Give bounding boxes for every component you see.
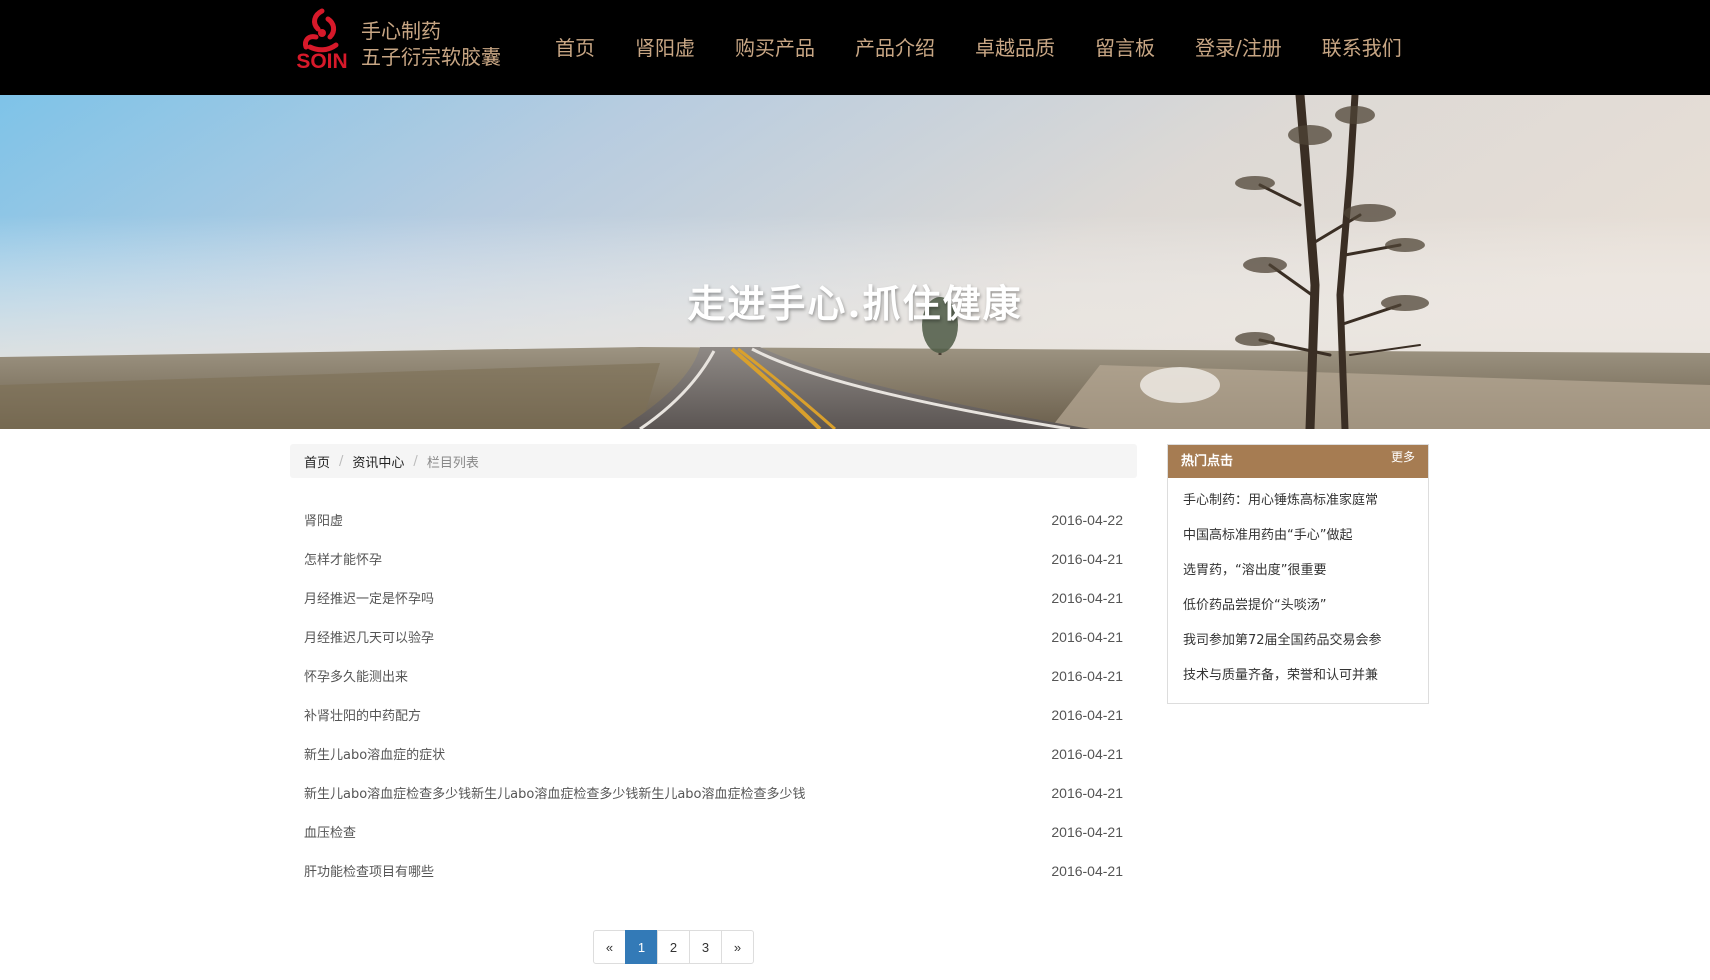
hot-clicks-list: 手心制药：用心锤炼高标准家庭常 中国高标准用药由“手心”做起 选胃药，“溶出度”… (1168, 478, 1428, 693)
article-date: 2016-04-21 (1051, 589, 1123, 606)
article-date: 2016-04-21 (1051, 550, 1123, 567)
hero-banner: 走进手心.抓住健康 (0, 95, 1710, 429)
list-item: 怀孕多久能测出来 2016-04-21 (290, 656, 1137, 695)
nav-item-home[interactable]: 首页 (555, 33, 595, 63)
nav-item-login[interactable]: 登录/注册 (1195, 33, 1282, 63)
list-item: 肾阳虚 2016-04-22 (290, 500, 1137, 539)
pagination-prev-button[interactable]: « (593, 930, 626, 964)
hot-clicks-panel: 热门点击 更多 手心制药：用心锤炼高标准家庭常 中国高标准用药由“手心”做起 选… (1167, 444, 1429, 704)
hot-clicks-item[interactable]: 中国高标准用药由“手心”做起 (1168, 518, 1428, 553)
article-title-link[interactable]: 新生儿abo溶血症检查多少钱新生儿abo溶血症检查多少钱新生儿abo溶血症检查多… (304, 783, 806, 802)
hot-clicks-item[interactable]: 技术与质量齐备，荣誉和认可并兼 (1168, 658, 1428, 693)
pagination-page-3[interactable]: 3 (689, 930, 722, 964)
breadcrumb: 首页 / 资讯中心 / 栏目列表 (290, 444, 1137, 478)
article-date: 2016-04-21 (1051, 823, 1123, 840)
article-date: 2016-04-21 (1051, 706, 1123, 723)
nav-item-messages[interactable]: 留言板 (1095, 33, 1155, 63)
list-item: 新生儿abo溶血症检查多少钱新生儿abo溶血症检查多少钱新生儿abo溶血症检查多… (290, 773, 1137, 812)
hot-clicks-more-link[interactable]: 更多 (1391, 445, 1415, 478)
list-item: 月经推迟几天可以验孕 2016-04-21 (290, 617, 1137, 656)
brand-line1: 手心制药 (361, 19, 441, 43)
article-list: 肾阳虚 2016-04-22 怎样才能怀孕 2016-04-21 月经推迟一定是… (290, 500, 1137, 890)
brand-line2: 五子衍宗软胶囊 (361, 45, 501, 69)
article-title-link[interactable]: 肝功能检查项目有哪些 (304, 861, 434, 880)
article-title-link[interactable]: 月经推迟一定是怀孕吗 (304, 588, 434, 607)
breadcrumb-separator: / (339, 453, 344, 469)
hot-clicks-title: 热门点击 (1181, 454, 1234, 469)
pagination-page-1[interactable]: 1 (625, 930, 658, 964)
article-date: 2016-04-21 (1051, 784, 1123, 801)
article-title-link[interactable]: 补肾壮阳的中药配方 (304, 705, 421, 724)
soin-logo[interactable]: SOIN (288, 5, 356, 73)
article-title-link[interactable]: 月经推迟几天可以验孕 (304, 627, 434, 646)
article-title-link[interactable]: 怀孕多久能测出来 (304, 666, 408, 685)
article-date: 2016-04-21 (1051, 667, 1123, 684)
breadcrumb-home[interactable]: 首页 (304, 452, 330, 471)
hot-clicks-item[interactable]: 我司参加第72届全国药品交易会参 (1168, 623, 1428, 658)
article-date: 2016-04-21 (1051, 745, 1123, 762)
breadcrumb-news-center[interactable]: 资讯中心 (352, 452, 404, 471)
top-navbar: SOIN 手心制药 五子衍宗软胶囊 首页 肾阳虚 购买产品 产品介绍 卓越品质 … (0, 0, 1710, 95)
list-item: 血压检查 2016-04-21 (290, 812, 1137, 851)
list-item: 新生儿abo溶血症的症状 2016-04-21 (290, 734, 1137, 773)
list-item: 补肾壮阳的中药配方 2016-04-21 (290, 695, 1137, 734)
banner-slogan: 走进手心.抓住健康 (687, 281, 1023, 326)
article-title-link[interactable]: 肾阳虚 (304, 510, 343, 529)
article-title-link[interactable]: 新生儿abo溶血症的症状 (304, 744, 445, 763)
hot-clicks-item[interactable]: 选胃药，“溶出度”很重要 (1168, 553, 1428, 588)
pagination-next-button[interactable]: » (721, 930, 754, 964)
brand-text: 手心制药 五子衍宗软胶囊 (361, 18, 501, 70)
pagination: « 1 2 3 » (593, 930, 754, 964)
nav-item-quality[interactable]: 卓越品质 (975, 33, 1055, 63)
nav-item-kidney-yang[interactable]: 肾阳虚 (635, 33, 695, 63)
banner-landscape-image (0, 95, 1710, 429)
article-date: 2016-04-22 (1051, 511, 1123, 528)
nav-item-products[interactable]: 产品介绍 (855, 33, 935, 63)
pagination-page-2[interactable]: 2 (657, 930, 690, 964)
article-date: 2016-04-21 (1051, 862, 1123, 879)
article-title-link[interactable]: 血压检查 (304, 822, 356, 841)
list-item: 月经推迟一定是怀孕吗 2016-04-21 (290, 578, 1137, 617)
list-item: 肝功能检查项目有哪些 2016-04-21 (290, 851, 1137, 890)
breadcrumb-current: 栏目列表 (426, 455, 479, 471)
main-nav: 首页 肾阳虚 购买产品 产品介绍 卓越品质 留言板 登录/注册 联系我们 (555, 33, 1442, 63)
nav-item-buy[interactable]: 购买产品 (735, 33, 815, 63)
nav-item-contact[interactable]: 联系我们 (1322, 33, 1402, 63)
list-item: 怎样才能怀孕 2016-04-21 (290, 539, 1137, 578)
logo-wordmark: SOIN (296, 50, 347, 71)
article-date: 2016-04-21 (1051, 628, 1123, 645)
article-title-link[interactable]: 怎样才能怀孕 (304, 549, 382, 568)
hot-clicks-item[interactable]: 手心制药：用心锤炼高标准家庭常 (1168, 483, 1428, 518)
soin-logo-icon: SOIN (296, 8, 348, 73)
hot-clicks-header: 热门点击 更多 (1168, 445, 1428, 478)
breadcrumb-separator: / (413, 453, 418, 469)
hot-clicks-item[interactable]: 低价药品尝提价“头啖汤” (1168, 588, 1428, 623)
